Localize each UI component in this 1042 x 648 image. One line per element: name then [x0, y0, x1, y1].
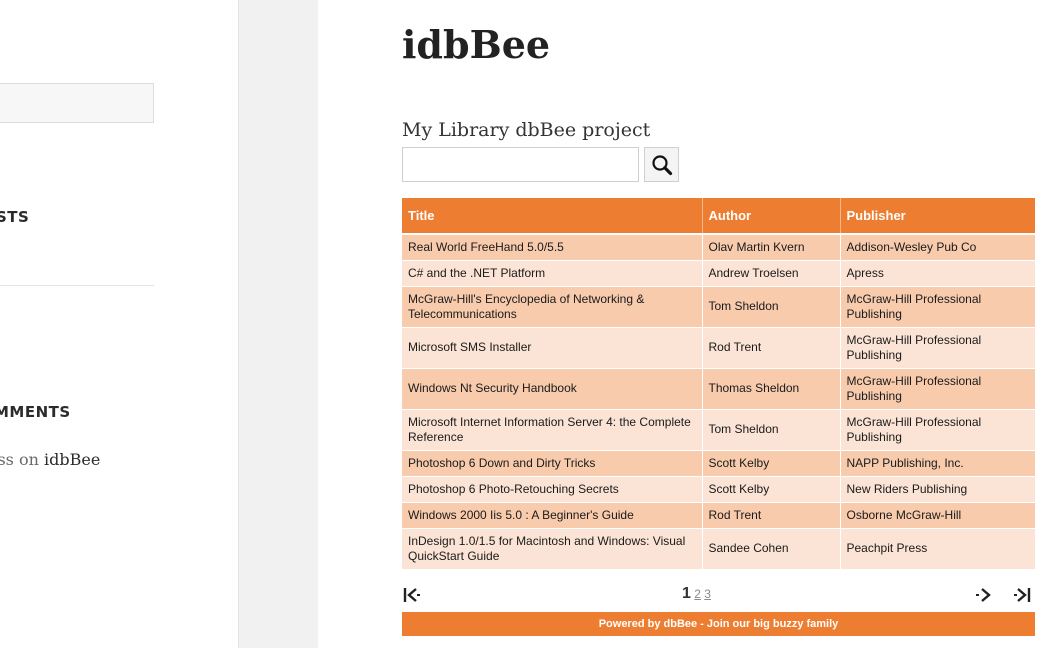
project-title: My Library dbBee project — [402, 119, 651, 141]
powered-by-bar[interactable]: Powered by dbBee - Join our big buzzy fa… — [402, 612, 1035, 636]
table-row[interactable]: Microsoft Internet Information Server 4:… — [402, 409, 1035, 451]
table-row[interactable]: McGraw-Hill's Encyclopedia of Networking… — [402, 286, 1035, 328]
table-header-row: Title Author Publisher — [402, 198, 1035, 235]
column-header-publisher[interactable]: Publisher — [840, 198, 1035, 235]
recent-comments-heading: MMENTS — [0, 403, 71, 421]
pagination: 1 2 3 — [402, 582, 1035, 608]
table-row[interactable]: C# and the .NET Platform Andrew Troelsen… — [402, 260, 1035, 287]
comment-connector: on — [18, 450, 39, 469]
first-page-icon[interactable] — [402, 586, 422, 604]
cell-author: Thomas Sheldon — [702, 368, 841, 410]
cell-author: Rod Trent — [702, 327, 841, 369]
table-row[interactable]: InDesign 1.0/1.5 for Macintosh and Windo… — [402, 528, 1035, 570]
table-row[interactable]: Photoshop 6 Photo-Retouching Secrets Sco… — [402, 476, 1035, 503]
search-button[interactable] — [644, 147, 679, 182]
page-numbers: 1 2 3 — [682, 585, 711, 603]
cell-author: Rod Trent — [702, 502, 841, 529]
cell-author: Olav Martin Kvern — [702, 234, 841, 261]
comment-post-link[interactable]: idbBee — [44, 450, 100, 469]
recent-comment-item: ess on idbBee — [0, 450, 100, 469]
sidebar: STS MMENTS ess on idbBee — [0, 0, 238, 648]
table-row[interactable]: Real World FreeHand 5.0/5.5 Olav Martin … — [402, 234, 1035, 261]
cell-author: Andrew Troelsen — [702, 260, 841, 287]
table-row[interactable]: Windows Nt Security Handbook Thomas Shel… — [402, 368, 1035, 410]
cell-publisher: Peachpit Press — [840, 528, 1035, 570]
cell-author: Sandee Cohen — [702, 528, 841, 570]
page-link-2[interactable]: 2 — [694, 587, 701, 601]
cell-author: Tom Sheldon — [702, 409, 841, 451]
page-link-3[interactable]: 3 — [704, 587, 711, 601]
cell-title: InDesign 1.0/1.5 for Macintosh and Windo… — [402, 528, 703, 570]
cell-title: C# and the .NET Platform — [402, 260, 703, 287]
page-current: 1 — [682, 585, 691, 602]
table-row[interactable]: Photoshop 6 Down and Dirty Tricks Scott … — [402, 450, 1035, 477]
books-table: Title Author Publisher Real World FreeHa… — [402, 198, 1035, 570]
column-header-title[interactable]: Title — [402, 198, 703, 235]
cell-title: McGraw-Hill's Encyclopedia of Networking… — [402, 286, 703, 328]
content-gutter — [238, 0, 318, 648]
cell-title: Windows 2000 Iis 5.0 : A Beginner's Guid… — [402, 502, 703, 529]
cell-publisher: Addison-Wesley Pub Co — [840, 234, 1035, 261]
cell-author: Tom Sheldon — [702, 286, 841, 328]
page-title: idbBee — [402, 22, 551, 67]
next-page-icon[interactable] — [974, 586, 994, 604]
cell-title: Photoshop 6 Down and Dirty Tricks — [402, 450, 703, 477]
cell-title: Windows Nt Security Handbook — [402, 368, 703, 410]
sidebar-divider — [0, 285, 154, 286]
cell-title: Microsoft SMS Installer — [402, 327, 703, 369]
cell-publisher: McGraw-Hill Professional Publishing — [840, 286, 1035, 328]
table-row[interactable]: Windows 2000 Iis 5.0 : A Beginner's Guid… — [402, 502, 1035, 529]
comment-author[interactable]: ess — [0, 450, 14, 469]
cell-publisher: NAPP Publishing, Inc. — [840, 450, 1035, 477]
cell-publisher: McGraw-Hill Professional Publishing — [840, 409, 1035, 451]
magnifier-icon — [651, 154, 672, 175]
cell-publisher: McGraw-Hill Professional Publishing — [840, 327, 1035, 369]
cell-publisher: McGraw-Hill Professional Publishing — [840, 368, 1035, 410]
column-header-author[interactable]: Author — [702, 198, 841, 235]
recent-posts-heading: STS — [0, 208, 30, 226]
last-page-icon[interactable] — [1012, 586, 1032, 604]
cell-title: Photoshop 6 Photo-Retouching Secrets — [402, 476, 703, 503]
cell-publisher: Apress — [840, 260, 1035, 287]
cell-publisher: Osborne McGraw-Hill — [840, 502, 1035, 529]
sidebar-search-input[interactable] — [0, 83, 154, 123]
table-row[interactable]: Microsoft SMS Installer Rod Trent McGraw… — [402, 327, 1035, 369]
cell-title: Microsoft Internet Information Server 4:… — [402, 409, 703, 451]
cell-title: Real World FreeHand 5.0/5.5 — [402, 234, 703, 261]
cell-author: Scott Kelby — [702, 476, 841, 503]
cell-author: Scott Kelby — [702, 450, 841, 477]
search-input[interactable] — [402, 147, 639, 182]
cell-publisher: New Riders Publishing — [840, 476, 1035, 503]
